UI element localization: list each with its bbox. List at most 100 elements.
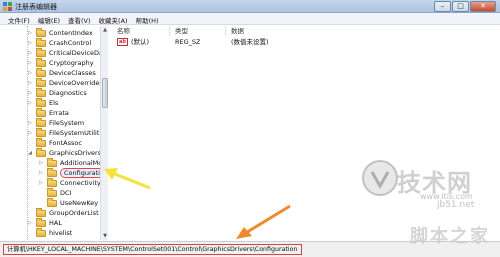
tree-node-label: HAL [49,219,62,227]
expander-icon[interactable]: ▷ [38,168,44,178]
folder-icon [36,57,46,67]
tree-node-label: DeviceClasses [49,69,96,77]
registry-editor-icon [3,2,12,11]
tree-scrollbar[interactable]: ▲ ▼ [100,26,108,240]
value-row-default[interactable]: ab (默认) REG_SZ (数值未设置) [109,37,500,47]
expander-icon[interactable]: ▷ [27,128,33,138]
menu-edit[interactable]: 编辑(E) [34,13,64,25]
tree-node[interactable]: ▷ Els [27,97,59,108]
folder-icon [47,197,57,207]
watermark-logo-icon [362,160,398,196]
expander-icon[interactable] [38,188,44,198]
registry-tree[interactable]: ▷ ContentIndex ▷ CrashControl ▷ CriticalDevic… [0,26,108,240]
minimize-button[interactable]: – [434,1,451,12]
tree-node[interactable]: ▷ CrashControl [27,37,91,48]
tree-node[interactable]: Errata [27,107,69,118]
expander-icon[interactable]: ▷ [27,78,33,88]
expander-icon[interactable] [27,208,33,218]
folder-icon [36,227,46,237]
expander-icon[interactable]: ▷ [27,218,33,228]
expander-icon[interactable] [27,228,33,238]
tree-node-label: UseNewKey [60,199,99,207]
folder-icon [36,27,46,37]
scroll-thumb[interactable] [102,78,108,108]
tree-node[interactable]: ▷ DeviceOverrides [27,77,103,88]
tree-node-label: hivelist [49,229,73,237]
tree-node[interactable]: ▷ Configuration [38,167,107,178]
tree-node[interactable]: DCI [38,187,72,198]
folder-icon [47,187,57,197]
tree-node[interactable]: ▷ DeviceClasses [27,67,96,78]
expander-icon[interactable]: ◢ [27,148,33,158]
tree-node[interactable]: ▷ FileSystem [27,117,85,128]
folder-icon [36,97,46,107]
scroll-down-arrow[interactable]: ▼ [101,232,109,240]
tree-node[interactable]: ▷ Diagnostics [27,87,87,98]
window-controls: – □ ✕ [433,1,496,12]
folder-icon [36,127,46,137]
tree-node-label: GroupOrderList [49,209,99,217]
expander-icon[interactable]: ▷ [38,178,44,188]
scroll-up-arrow[interactable]: ▲ [101,26,109,34]
window-title: 注册表编辑器 [15,3,57,11]
maximize-button[interactable]: □ [452,1,469,12]
tree-node[interactable]: UseNewKey [38,197,99,208]
tree-node[interactable]: ▷ HAL [27,217,62,228]
folder-icon [36,87,46,97]
menu-favorites[interactable]: 收藏夹(A) [95,13,132,25]
column-separator[interactable] [169,26,170,36]
tree-node-label: Connectivity [60,179,101,187]
title-bar: 注册表编辑器 – □ ✕ [0,0,500,13]
expander-icon[interactable]: ▷ [27,38,33,48]
tree-node-label: Cryptography [49,59,94,67]
tree-node-label: Els [49,99,59,107]
value-name: (默认) [131,38,150,46]
tree-node[interactable]: ▷ ContentIndex [27,27,93,38]
folder-icon [36,217,46,227]
menu-file[interactable]: 文件(F) [4,13,34,25]
tree-node[interactable]: hivelist [27,227,73,238]
tree-node-label: DeviceOverrides [49,79,103,87]
value-type: REG_SZ [175,38,201,46]
expander-icon[interactable]: ▷ [38,158,44,168]
expander-icon[interactable]: ▷ [27,28,33,38]
tree-node-label: Diagnostics [49,89,87,97]
column-header-type[interactable]: 类型 [175,26,188,36]
tree-node[interactable]: ▷ CriticalDeviceDatab [27,47,107,58]
value-data: (数值未设置) [231,38,269,46]
close-button[interactable]: ✕ [470,1,496,12]
expander-icon[interactable]: ▷ [27,118,33,128]
tree-node[interactable]: ▷ AdditionalMode [38,157,107,168]
column-header-data[interactable]: 数据 [231,26,244,36]
expander-icon[interactable]: ▷ [27,68,33,78]
tree-node[interactable]: FontAssoc [27,137,82,148]
expander-icon[interactable] [27,138,33,148]
folder-icon [36,147,46,157]
column-separator[interactable] [225,26,226,36]
tree-node[interactable]: ▷ FileSystemUtilities [27,127,107,138]
status-key-path: 计算机\HKEY_LOCAL_MACHINE\SYSTEM\ControlSet… [3,244,302,255]
expander-icon[interactable]: ▷ [27,48,33,58]
expander-icon[interactable]: ▷ [27,98,33,108]
tree-node[interactable]: ◢ GraphicsDrivers [27,147,101,158]
folder-icon [47,167,57,177]
tree-node-label: DCI [60,189,72,197]
tree-node[interactable]: ▷ Connectivity [38,177,101,188]
tree-node[interactable]: ▷ Cryptography [27,57,94,68]
expander-icon[interactable] [38,198,44,208]
expander-icon[interactable]: ▷ [27,58,33,68]
column-header-name[interactable]: 名称 [117,26,130,36]
expander-icon[interactable]: ▷ [27,88,33,98]
folder-icon [36,47,46,57]
folder-icon [36,37,46,47]
folder-icon [47,157,57,167]
menu-help[interactable]: 帮助(H) [132,13,163,25]
folder-icon [36,207,46,217]
expander-icon[interactable] [27,108,33,118]
tree-node[interactable]: GroupOrderList [27,207,99,218]
tree-node-label: FontAssoc [49,139,82,147]
tree-node-label: FileSystem [49,119,85,127]
tree-node-label: ContentIndex [49,29,93,37]
string-value-icon: ab [117,38,128,46]
menu-view[interactable]: 查看(V) [64,13,95,25]
